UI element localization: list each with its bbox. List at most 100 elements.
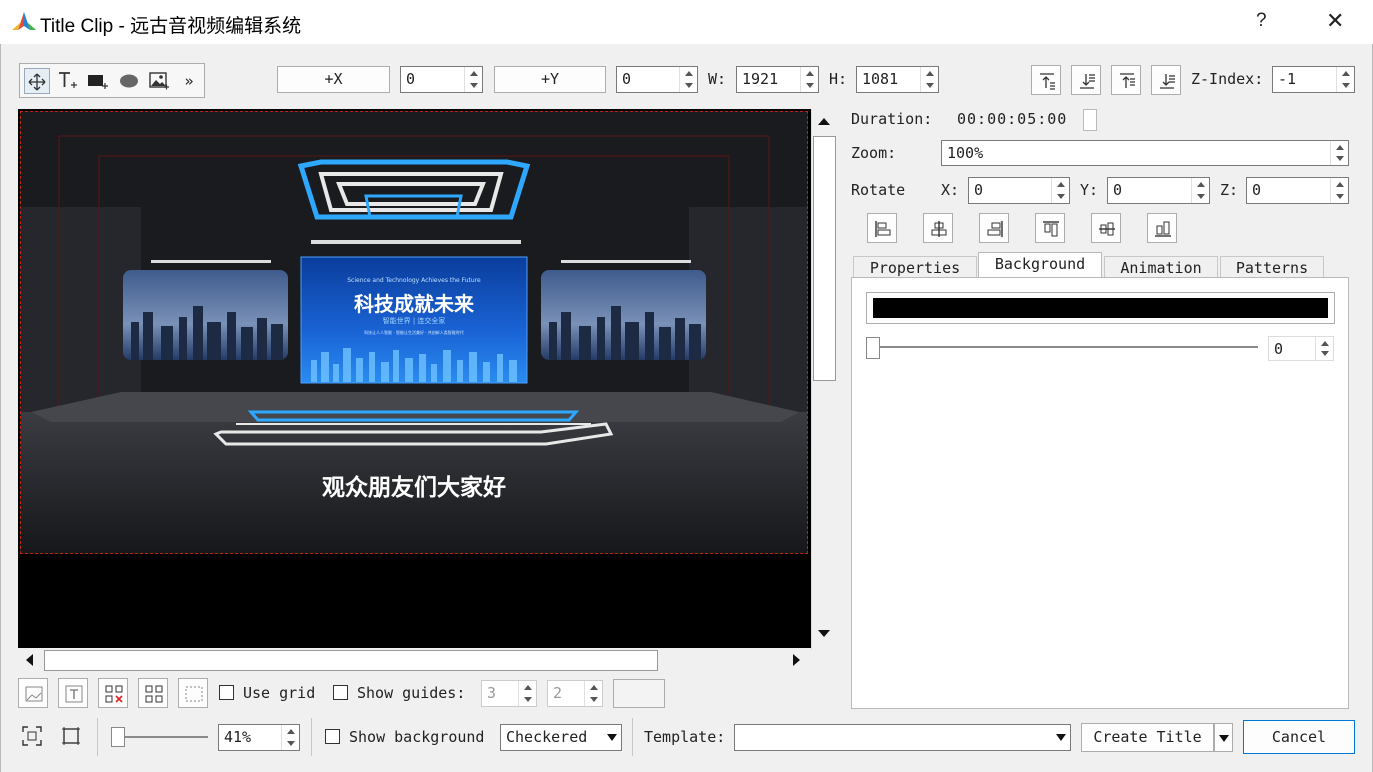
- align-right-button[interactable]: [979, 213, 1009, 243]
- caption-text[interactable]: 观众朋友们大家好: [201, 468, 627, 502]
- tab-patterns[interactable]: Patterns: [1220, 256, 1324, 278]
- scroll-down-icon[interactable]: [818, 630, 830, 637]
- screen-small-text: 科技让人人智能 · 智能让生活美好 · 共创新人类智能时代: [364, 330, 464, 335]
- rectangle-tool-icon[interactable]: [84, 68, 110, 94]
- plus-y-button[interactable]: +Y: [494, 66, 606, 93]
- chevron-down-icon: [607, 734, 617, 741]
- y-position-input[interactable]: 0: [616, 66, 698, 93]
- cancel-button[interactable]: Cancel: [1243, 720, 1355, 754]
- duration-value: 00:00:05:00: [957, 110, 1068, 128]
- width-label: W:: [708, 70, 727, 88]
- stage-preview[interactable]: Science and Technology Achieves the Futu…: [20, 111, 808, 554]
- selection-frame-button[interactable]: [178, 678, 208, 708]
- zoom-input[interactable]: 100%: [941, 140, 1349, 166]
- duration-input[interactable]: 00:00:05:00: [957, 107, 1099, 133]
- height-label: H:: [829, 70, 848, 88]
- guides-a-value: 3: [487, 684, 497, 702]
- text-tool-icon[interactable]: [54, 68, 80, 94]
- x-position-value: 0: [406, 70, 416, 88]
- rotate-x-input[interactable]: 0: [968, 177, 1070, 204]
- rotate-x-label: X:: [941, 181, 960, 199]
- qr-code-button[interactable]: [138, 678, 168, 708]
- horizontal-scroll-thumb[interactable]: [44, 650, 658, 671]
- scroll-left-icon[interactable]: [26, 654, 33, 666]
- rotate-y-input[interactable]: 0: [1107, 177, 1210, 204]
- separator: [311, 718, 312, 756]
- rotate-label: Rotate: [851, 181, 906, 199]
- background-color-button[interactable]: [866, 292, 1335, 324]
- rotate-z-label: Z:: [1220, 181, 1239, 199]
- show-guides-checkbox[interactable]: [333, 685, 348, 700]
- duration-spin-icon[interactable]: [1083, 109, 1097, 131]
- bring-to-front-button[interactable]: [1031, 65, 1061, 95]
- z-index-input[interactable]: -1: [1272, 66, 1355, 93]
- zoom-slider-track[interactable]: [112, 736, 208, 738]
- opacity-slider-handle[interactable]: [866, 337, 880, 359]
- align-center-v-button[interactable]: [1091, 213, 1121, 243]
- align-top-button[interactable]: [1035, 213, 1065, 243]
- screen-english-text: Science and Technology Achieves the Futu…: [347, 277, 481, 284]
- opacity-input[interactable]: 0: [1268, 336, 1334, 361]
- scroll-up-icon[interactable]: [818, 118, 830, 125]
- show-background-checkbox[interactable]: [325, 729, 340, 744]
- width-value: 1921: [742, 70, 779, 88]
- move-tool-icon[interactable]: [24, 68, 50, 94]
- send-to-back-button[interactable]: [1151, 65, 1181, 95]
- tab-animation[interactable]: Animation: [1104, 256, 1218, 278]
- rotate-y-label: Y:: [1080, 181, 1099, 199]
- template-select[interactable]: [734, 724, 1071, 751]
- separator: [632, 718, 633, 756]
- screen-subtitle-text: 智能世界 | 连交全家: [382, 317, 446, 325]
- fit-to-window-icon[interactable]: [20, 724, 44, 752]
- scroll-right-icon[interactable]: [793, 654, 800, 666]
- align-bottom-button[interactable]: [1147, 213, 1177, 243]
- tool-group: »: [19, 63, 205, 98]
- width-input[interactable]: 1921: [736, 66, 819, 93]
- vertical-scroll-thumb[interactable]: [813, 136, 836, 381]
- app-logo-icon: [12, 12, 36, 32]
- use-grid-checkbox[interactable]: [219, 685, 234, 700]
- insert-text-button[interactable]: [58, 678, 88, 708]
- guides-b-value: 2: [553, 684, 563, 702]
- guide-color-button[interactable]: [613, 679, 665, 708]
- zoom-label: Zoom:: [851, 144, 897, 162]
- x-position-input[interactable]: 0: [400, 66, 483, 93]
- align-left-button[interactable]: [867, 213, 897, 243]
- create-title-menu-button[interactable]: [1214, 723, 1233, 752]
- help-button[interactable]: ?: [1256, 10, 1267, 32]
- background-mode-select[interactable]: Checkered: [500, 724, 622, 751]
- ellipse-tool-icon[interactable]: [116, 68, 142, 94]
- insert-image-button[interactable]: [18, 678, 48, 708]
- zoom-slider-handle[interactable]: [111, 727, 125, 747]
- y-position-value: 0: [622, 70, 632, 88]
- guides-a-input[interactable]: 3: [481, 680, 537, 707]
- tab-background[interactable]: Background: [978, 252, 1102, 279]
- rotate-z-input[interactable]: 0: [1246, 177, 1349, 204]
- show-guides-label: Show guides:: [357, 684, 466, 702]
- screen-title-text: 科技成就未来: [354, 292, 474, 316]
- background-color-swatch: [873, 298, 1328, 318]
- create-title-button[interactable]: Create Title: [1081, 723, 1214, 752]
- send-backward-button[interactable]: [1111, 65, 1141, 95]
- duration-label: Duration:: [851, 110, 933, 128]
- close-button[interactable]: ✕: [1326, 8, 1344, 34]
- guides-b-input[interactable]: 2: [547, 680, 603, 707]
- opacity-value: 0: [1274, 340, 1284, 358]
- actual-size-icon[interactable]: [59, 724, 83, 752]
- tab-properties[interactable]: Properties: [853, 256, 977, 278]
- z-index-value: -1: [1278, 70, 1297, 88]
- opacity-slider-track[interactable]: [870, 346, 1258, 348]
- canvas-zoom-value: 41%: [224, 728, 252, 746]
- canvas-zoom-input[interactable]: 41%: [218, 724, 300, 751]
- more-tools-icon[interactable]: »: [176, 68, 202, 94]
- height-input[interactable]: 1081: [856, 66, 939, 93]
- align-center-h-button[interactable]: [923, 213, 953, 243]
- image-tool-icon[interactable]: [146, 68, 172, 94]
- zoom-value: 100%: [947, 144, 984, 162]
- qr-remove-button[interactable]: [98, 678, 128, 708]
- rotate-x-value: 0: [974, 181, 984, 199]
- plus-x-button[interactable]: +X: [277, 66, 390, 93]
- rotate-z-value: 0: [1252, 181, 1262, 199]
- height-value: 1081: [862, 70, 899, 88]
- bring-forward-button[interactable]: [1071, 65, 1101, 95]
